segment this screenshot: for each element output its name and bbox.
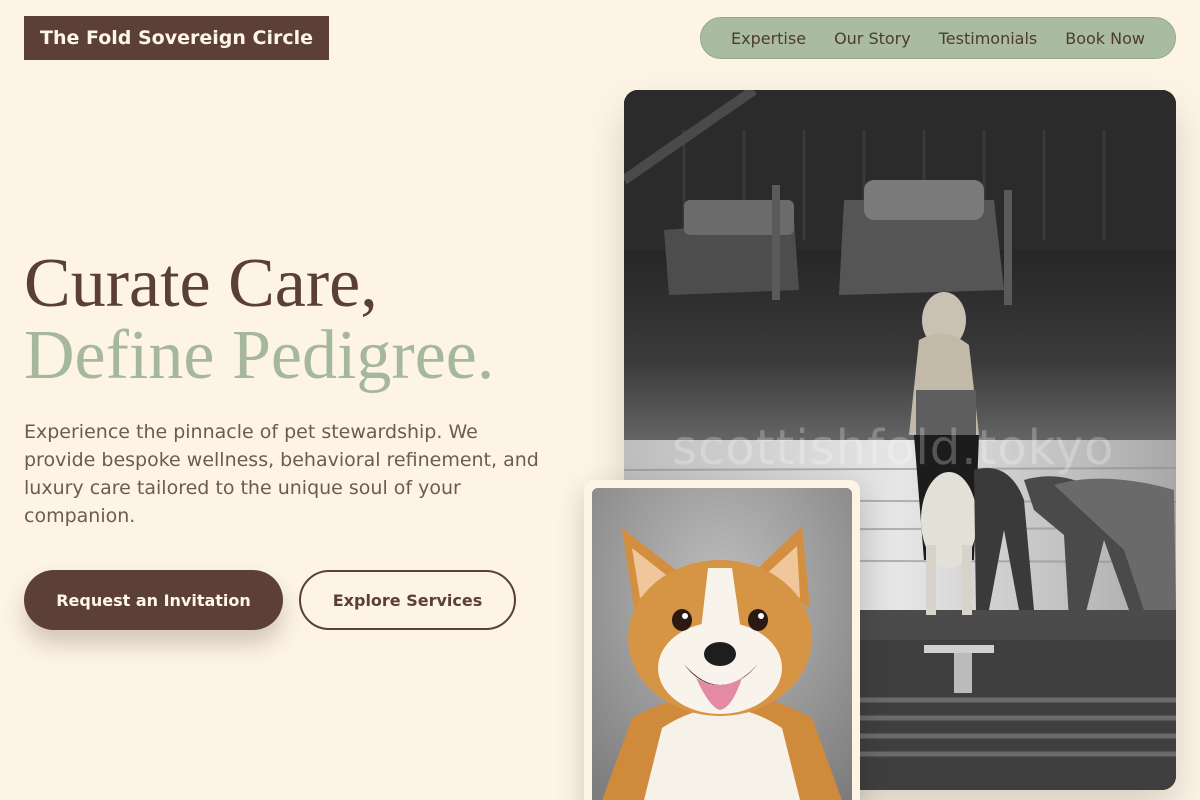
nav-item-testimonials[interactable]: Testimonials: [933, 25, 1044, 52]
landing-page: The Fold Sovereign Circle Expertise Our …: [0, 0, 1200, 800]
hero-headline: Curate Care, Define Pedigree.: [24, 248, 494, 392]
corgi-photo-card: [584, 480, 860, 800]
corgi-image: [592, 488, 852, 800]
image-watermark: scottishfold.tokyo: [672, 420, 1115, 476]
hero-description: Experience the pinnacle of pet stewardsh…: [24, 421, 539, 527]
headline-line-1: Curate Care,: [24, 245, 378, 322]
corgi-photo: [592, 488, 852, 800]
main-nav: Expertise Our Story Testimonials Book No…: [700, 17, 1176, 59]
explore-services-button[interactable]: Explore Services: [299, 570, 516, 630]
brand-logo[interactable]: The Fold Sovereign Circle: [24, 16, 329, 60]
headline-line-2: Define Pedigree.: [24, 317, 495, 394]
nav-item-our-story[interactable]: Our Story: [828, 25, 917, 52]
nav-item-expertise[interactable]: Expertise: [725, 25, 812, 52]
nav-item-book-now[interactable]: Book Now: [1059, 25, 1151, 52]
request-invitation-button[interactable]: Request an Invitation: [24, 570, 283, 630]
